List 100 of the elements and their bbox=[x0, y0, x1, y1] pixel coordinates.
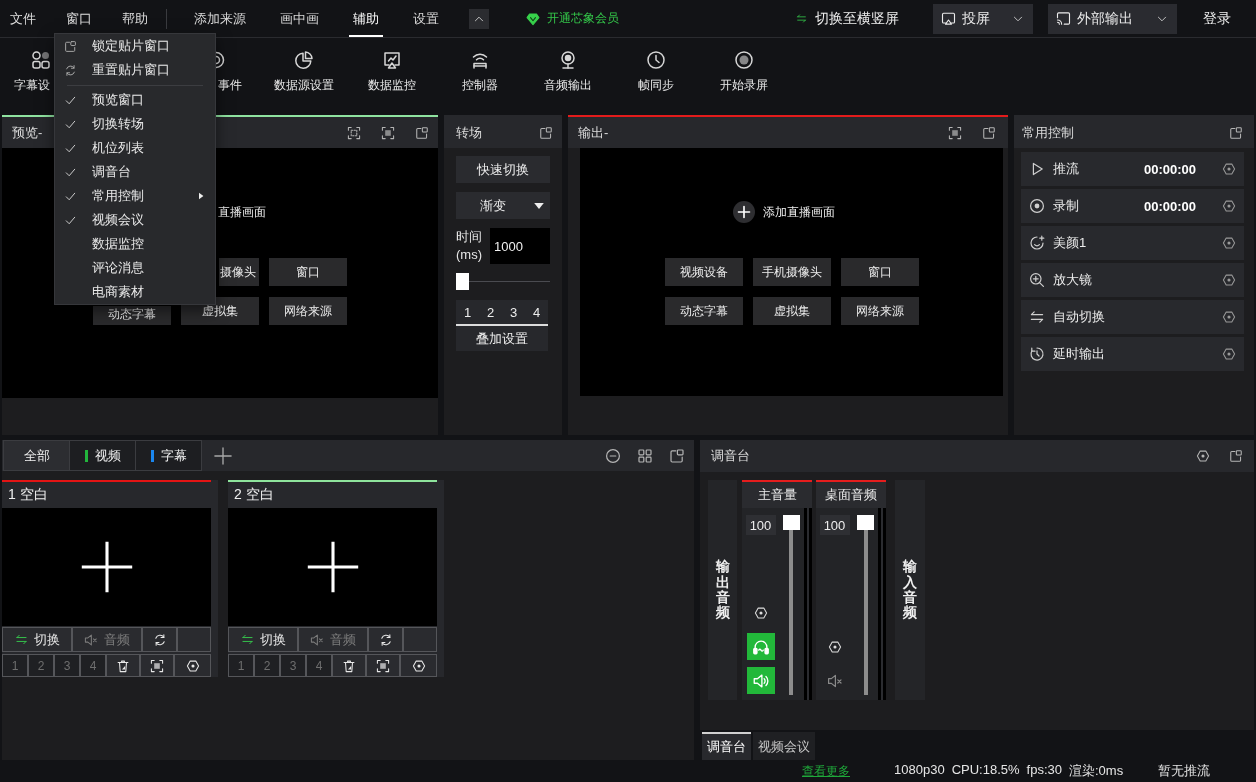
volume-field[interactable]: 100 bbox=[745, 515, 776, 535]
fullscreen-button[interactable] bbox=[366, 654, 400, 677]
time-input[interactable]: 1000 bbox=[490, 228, 550, 264]
mixer-tab[interactable]: 视频会议 bbox=[753, 732, 815, 760]
orientation-button[interactable]: 切换至横竖屏 bbox=[796, 9, 899, 28]
source-button[interactable]: 动态字幕 bbox=[664, 297, 743, 325]
fullscreen-button[interactable] bbox=[140, 654, 174, 677]
control-row[interactable]: 推流 00:00:00 bbox=[1021, 152, 1244, 186]
audio-button[interactable]: 音频 bbox=[298, 627, 368, 652]
refresh-button[interactable] bbox=[142, 627, 177, 652]
dashed-frame-icon[interactable] bbox=[347, 125, 361, 140]
popout-icon[interactable] bbox=[982, 125, 996, 140]
volume-slider-thumb[interactable] bbox=[857, 515, 874, 530]
source-button[interactable]: 摄像头 bbox=[219, 258, 259, 286]
toolbar-button[interactable]: 数据源设置 bbox=[260, 38, 348, 115]
source-button[interactable]: 窗口 bbox=[269, 258, 347, 286]
volume-field[interactable]: 100 bbox=[819, 515, 850, 535]
menu-option[interactable]: 数据监控 bbox=[55, 232, 215, 256]
delete-button[interactable] bbox=[332, 654, 366, 677]
popout-icon[interactable] bbox=[1229, 449, 1243, 463]
control-row[interactable]: 自动切换 bbox=[1021, 300, 1244, 334]
settings-button[interactable] bbox=[174, 654, 211, 677]
settings-icon[interactable] bbox=[1222, 347, 1236, 361]
audio-button[interactable]: 音频 bbox=[72, 627, 142, 652]
menu-option[interactable]: 常用控制 bbox=[55, 184, 215, 208]
menu-option[interactable]: 重置贴片窗口 bbox=[55, 58, 215, 82]
volume-slider-thumb[interactable] bbox=[783, 515, 800, 530]
menu-item[interactable]: 文件 bbox=[10, 0, 36, 37]
menu-tab[interactable]: 辅助 bbox=[349, 0, 383, 37]
toolbar-button[interactable]: 事件 bbox=[216, 38, 260, 115]
quick-switch-button[interactable]: 快速切换 bbox=[456, 156, 550, 183]
vip-link[interactable]: 开通芯象会员 bbox=[526, 10, 619, 27]
settings-icon[interactable] bbox=[1222, 310, 1236, 324]
control-row[interactable]: 美颜1 bbox=[1021, 226, 1244, 260]
focus-frame-icon[interactable] bbox=[381, 125, 395, 140]
toolbar-button[interactable]: 控制器 bbox=[436, 38, 524, 115]
switch-button[interactable]: 切换 bbox=[228, 627, 298, 652]
menu-item[interactable]: 帮助 bbox=[122, 0, 148, 37]
popout-icon[interactable] bbox=[415, 125, 429, 140]
filter-tab[interactable]: 字幕 bbox=[135, 440, 202, 471]
source-button[interactable]: 视频设备 bbox=[664, 258, 743, 286]
source-button[interactable]: 网络来源 bbox=[269, 297, 347, 325]
settings-icon[interactable] bbox=[1222, 199, 1236, 213]
toolbar-button[interactable]: 开始录屏 bbox=[700, 38, 788, 115]
settings-icon[interactable] bbox=[1222, 162, 1236, 176]
login-button[interactable]: 登录 bbox=[1203, 9, 1231, 28]
control-row[interactable]: 放大镜 bbox=[1021, 263, 1244, 297]
speaker-button[interactable] bbox=[746, 667, 775, 694]
refresh-button[interactable] bbox=[368, 627, 403, 652]
menu-option[interactable]: 调音台 bbox=[55, 160, 215, 184]
slot-button[interactable]: 3 bbox=[502, 300, 525, 324]
slot-button[interactable]: 2 bbox=[479, 300, 502, 324]
slot-button[interactable]: 1 bbox=[456, 300, 479, 324]
menu-tab[interactable]: 添加来源 bbox=[190, 0, 250, 37]
output-audio-tab[interactable]: 输出音频 bbox=[708, 480, 737, 700]
settings-icon[interactable] bbox=[1222, 236, 1236, 250]
source-button[interactable]: 手机摄像头 bbox=[752, 258, 831, 286]
scene-card[interactable]: 2 空白 切换 音频 1 2 3 4 bbox=[228, 480, 444, 677]
popout-icon[interactable] bbox=[669, 447, 685, 464]
menu-item[interactable]: 窗口 bbox=[66, 0, 92, 37]
plus-icon[interactable] bbox=[214, 446, 232, 465]
source-button[interactable]: 动态字幕 bbox=[93, 306, 171, 325]
menu-option[interactable]: 锁定贴片窗口 bbox=[55, 34, 215, 58]
control-row[interactable]: 录制 00:00:00 bbox=[1021, 189, 1244, 223]
dropdown-button[interactable]: 外部输出 bbox=[1048, 3, 1177, 34]
menu-option[interactable]: 评论消息 bbox=[55, 256, 215, 280]
add-live-button[interactable]: 直播画面 bbox=[218, 201, 266, 223]
menu-option[interactable]: 预览窗口 bbox=[55, 88, 215, 112]
menu-option[interactable]: 切换转场 bbox=[55, 112, 215, 136]
grid-icon[interactable] bbox=[637, 447, 653, 464]
mixer-tab[interactable]: 调音台 bbox=[702, 732, 751, 760]
toolbar-button[interactable]: 帧同步 bbox=[612, 38, 700, 115]
control-row[interactable]: 延时输出 bbox=[1021, 337, 1244, 371]
delete-button[interactable] bbox=[106, 654, 140, 677]
menu-tab[interactable]: 画中画 bbox=[276, 0, 323, 37]
popout-icon[interactable] bbox=[539, 125, 553, 140]
source-button[interactable]: 窗口 bbox=[840, 258, 919, 286]
source-button[interactable]: 网络来源 bbox=[840, 297, 919, 325]
filter-tab[interactable]: 全部 bbox=[3, 440, 70, 471]
more-link[interactable]: 查看更多 bbox=[802, 762, 850, 780]
dropdown-button[interactable]: 投屏 bbox=[933, 3, 1033, 34]
menu-option[interactable]: 视频会议 bbox=[55, 208, 215, 232]
slot-button[interactable]: 4 bbox=[525, 300, 548, 324]
menu-tab[interactable]: 设置 bbox=[409, 0, 443, 37]
popout-icon[interactable] bbox=[1229, 125, 1243, 140]
switch-button[interactable]: 切换 bbox=[2, 627, 72, 652]
toolbar-button[interactable]: 数据监控 bbox=[348, 38, 436, 115]
headphone-button[interactable] bbox=[746, 633, 775, 660]
toolbar-button[interactable]: 字幕设 bbox=[0, 38, 54, 115]
settings-icon[interactable] bbox=[1222, 273, 1236, 287]
scene-card[interactable]: 1 空白 切换 音频 1 2 3 4 bbox=[2, 480, 218, 677]
focus-frame-icon[interactable] bbox=[948, 125, 962, 140]
settings-icon[interactable] bbox=[1196, 449, 1210, 463]
add-live-button[interactable]: 添加直播画面 bbox=[732, 201, 835, 223]
minus-circle-icon[interactable] bbox=[605, 447, 621, 464]
filter-tab[interactable]: 视频 bbox=[69, 440, 136, 471]
toolbar-button[interactable]: 音频输出 bbox=[524, 38, 612, 115]
menu-option[interactable]: 机位列表 bbox=[55, 136, 215, 160]
duration-slider-thumb[interactable] bbox=[456, 273, 469, 290]
overlay-settings-button[interactable]: 叠加设置 bbox=[456, 326, 548, 351]
